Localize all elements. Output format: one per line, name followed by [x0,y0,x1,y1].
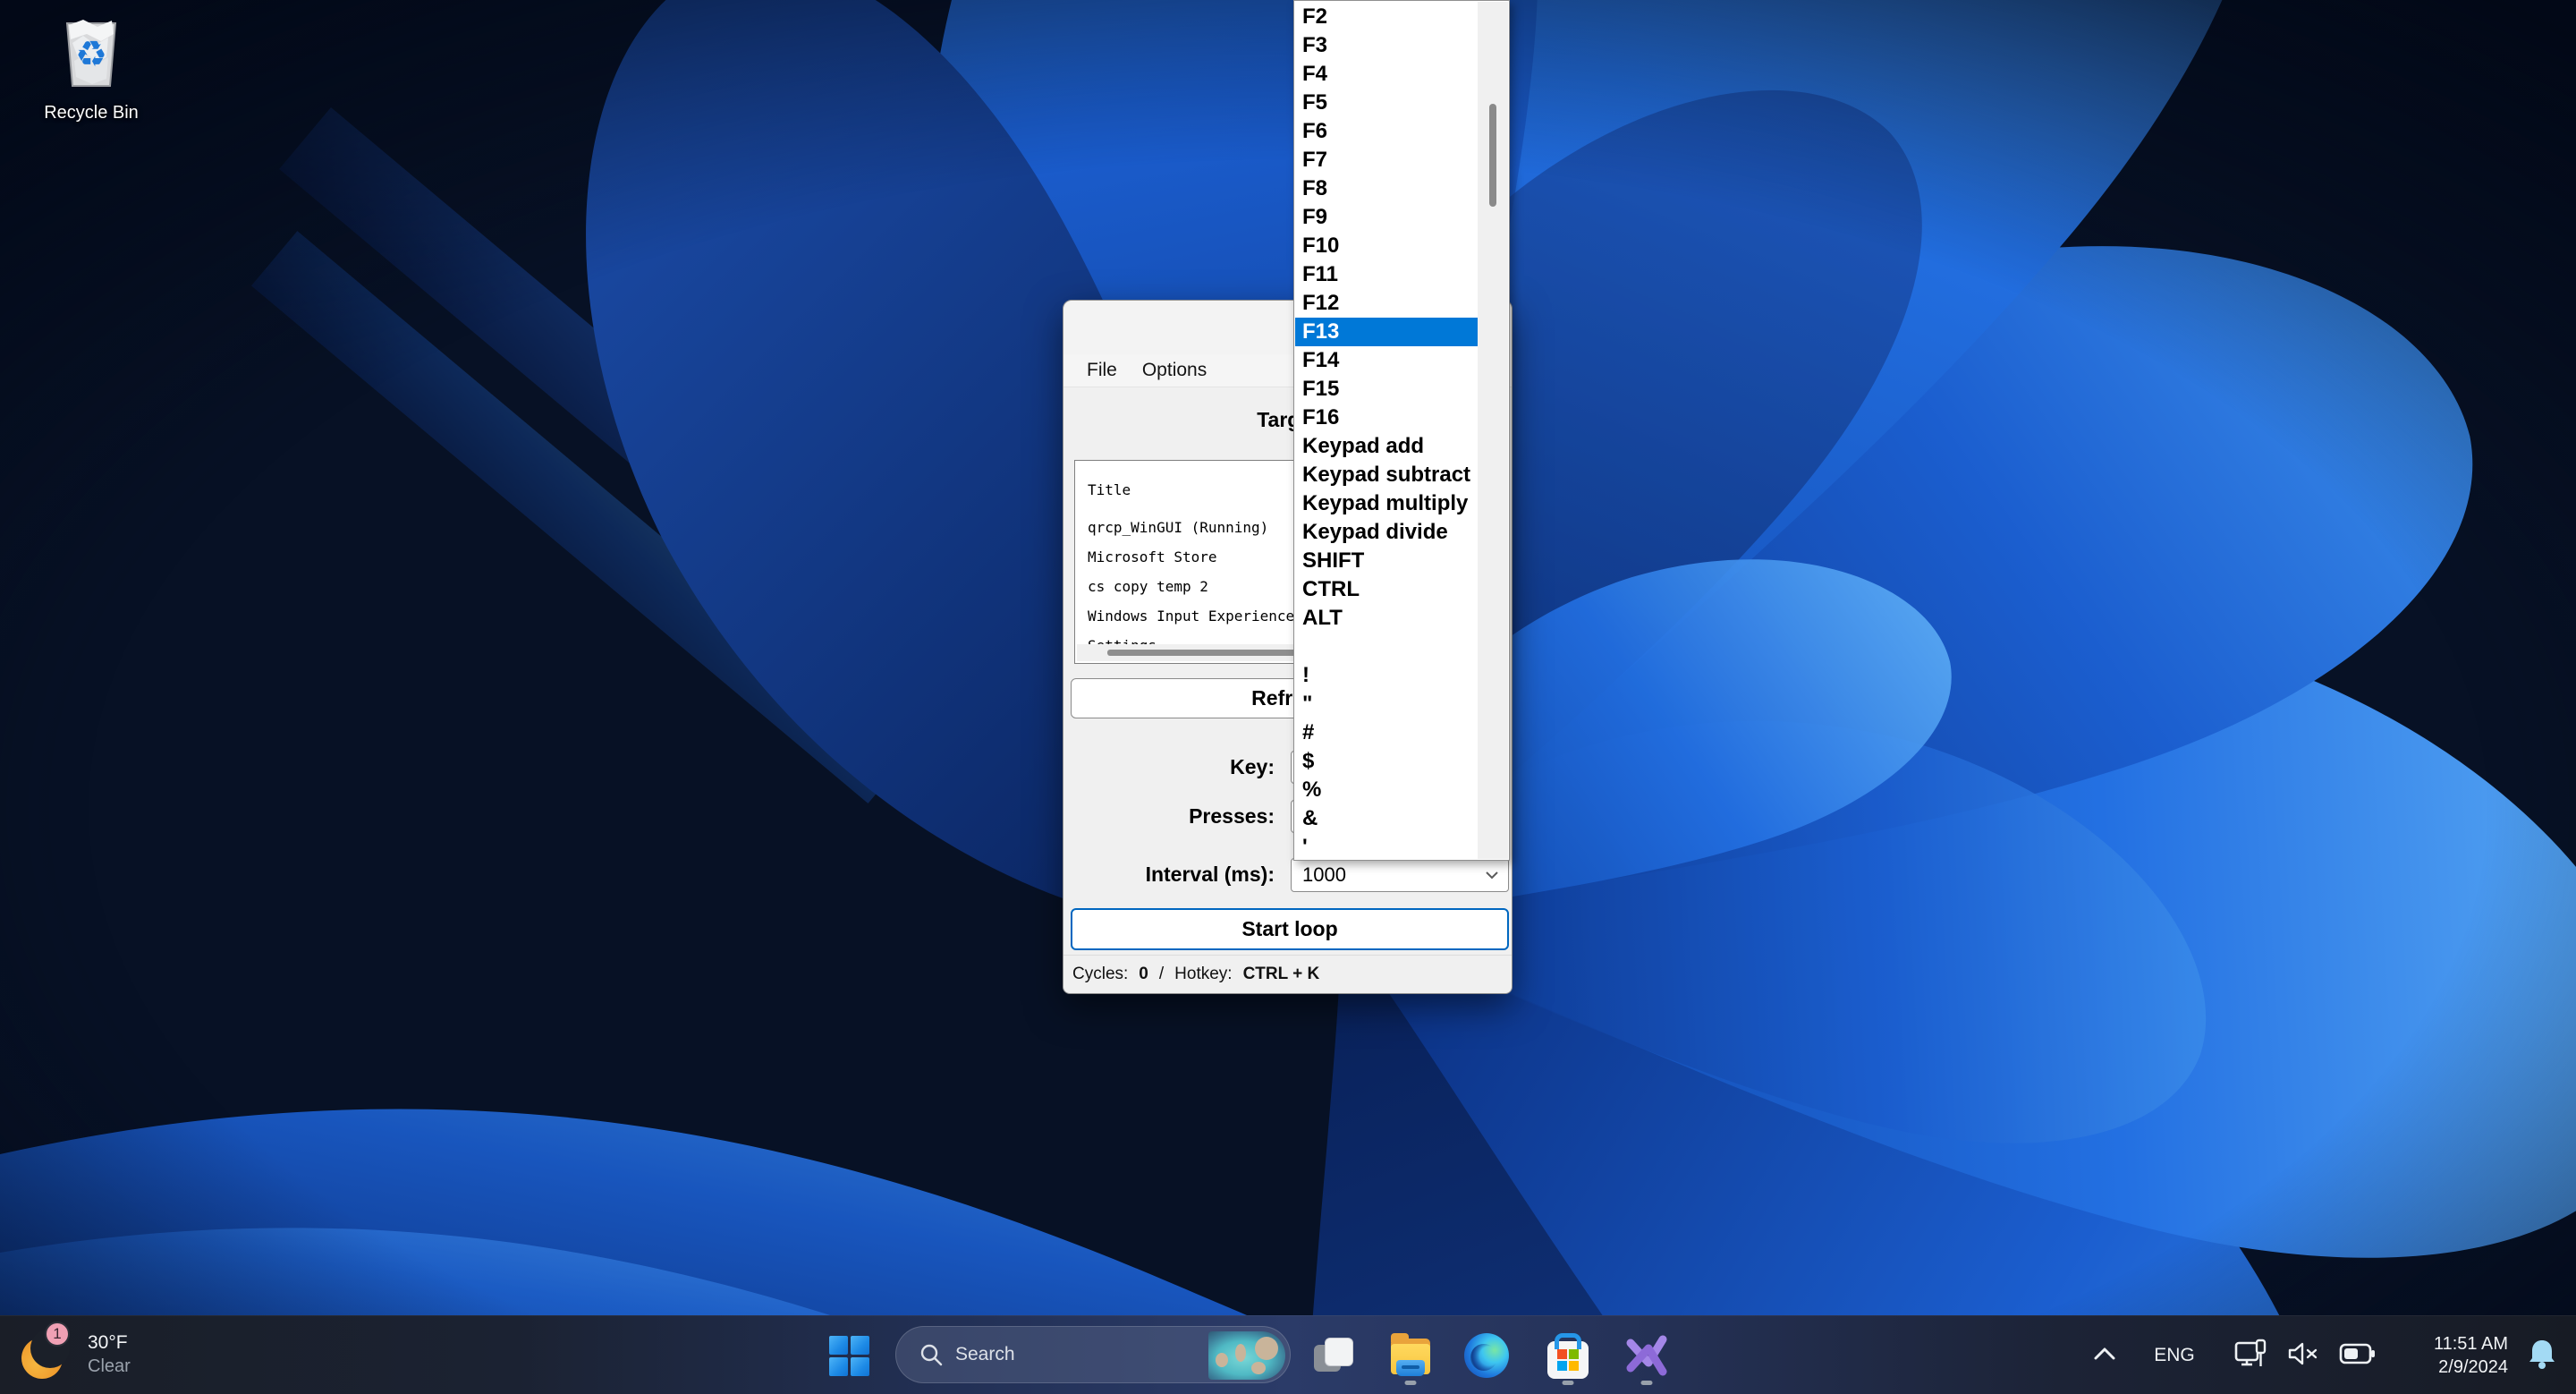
menu-options[interactable]: Options [1130,360,1219,381]
notification-count-badge: 1 [45,1322,70,1347]
windows-logo-icon [829,1336,869,1376]
tray-time: 11:51 AM [2392,1332,2508,1356]
dropdown-item[interactable]: CTRL [1295,575,1479,604]
weather-condition: Clear [88,1355,131,1378]
task-view-button[interactable] [1303,1323,1362,1388]
battery-button[interactable] [2329,1342,2386,1370]
dropdown-item[interactable]: % [1295,776,1479,804]
desktop: ♻ Recycle Bin File Options Target Title … [0,0,2576,1394]
dropdown-item[interactable]: F5 [1295,89,1479,117]
key-dropdown: F2F3F4F5F6F7F8F9F10F11F12F13F14F15F16Key… [1293,0,1510,861]
weather-moon-icon: 1 [13,1322,79,1388]
weather-temperature: 30°F [88,1331,131,1355]
dropdown-item[interactable]: Keypad divide [1295,518,1479,547]
hotkey-label: Hotkey: [1174,965,1232,984]
recycle-bin-label: Recycle Bin [20,103,163,123]
chevron-up-icon [2093,1347,2116,1361]
search-box[interactable]: Search [895,1326,1291,1383]
language-indicator[interactable]: ENG [2125,1345,2224,1366]
clock[interactable]: 11:51 AM 2/9/2024 [2392,1332,2508,1379]
bell-icon [2527,1338,2557,1370]
status-divider: / [1159,965,1164,984]
dropdown-scrollbar-thumb[interactable] [1489,104,1496,207]
svg-text:♻: ♻ [75,34,107,75]
taskbar: 1 30°F Clear Search [0,1315,2576,1394]
system-tray: ENG [2084,1316,2576,1394]
bing-daily-image[interactable] [1208,1331,1285,1380]
running-indicator [1563,1381,1574,1385]
dropdown-item[interactable] [1295,633,1479,661]
dropdown-item[interactable]: # [1295,718,1479,747]
interval-value: 1000 [1302,863,1346,887]
dropdown-item[interactable]: F11 [1295,260,1479,289]
cast-device-icon [2233,1338,2269,1370]
dropdown-item[interactable]: $ [1295,747,1479,776]
dropdown-item[interactable]: F12 [1295,289,1479,318]
dropdown-item[interactable]: Keypad add [1295,432,1479,461]
search-placeholder: Search [955,1344,1015,1365]
dropdown-item[interactable]: F13 [1295,318,1479,346]
dropdown-item[interactable]: SHIFT [1295,547,1479,575]
search-icon [919,1343,943,1366]
dropdown-item[interactable]: F4 [1295,60,1479,89]
cycles-value: 0 [1139,965,1148,984]
chevron-down-icon [1485,871,1499,880]
cast-device-button[interactable] [2224,1338,2279,1374]
file-explorer-icon [1381,1328,1440,1383]
running-indicator [1405,1381,1417,1385]
edge-browser-button[interactable] [1457,1323,1516,1388]
dropdown-item[interactable]: F7 [1295,146,1479,174]
interval-label: Interval (ms): [1063,863,1275,887]
volume-muted-button[interactable] [2279,1340,2329,1372]
menu-file[interactable]: File [1074,360,1130,381]
dropdown-item[interactable]: Keypad subtract [1295,461,1479,489]
edge-icon [1464,1333,1509,1378]
store-icon [1547,1341,1589,1379]
dropdown-item[interactable]: F6 [1295,117,1479,146]
recycle-bin-shortcut[interactable]: ♻ Recycle Bin [20,7,163,123]
recycle-bin-icon: ♻ [56,7,126,93]
start-loop-button[interactable]: Start loop [1071,908,1509,950]
hotkey-value: CTRL + K [1243,965,1320,984]
running-indicator [1641,1381,1653,1385]
dropdown-item[interactable]: F14 [1295,346,1479,375]
interval-combobox[interactable]: 1000 [1291,858,1509,892]
dropdown-item[interactable]: F3 [1295,31,1479,60]
tray-date: 2/9/2024 [2392,1356,2508,1379]
key-dropdown-list: F2F3F4F5F6F7F8F9F10F11F12F13F14F15F16Key… [1295,3,1479,859]
microsoft-store-button[interactable] [1538,1323,1597,1388]
file-explorer-button[interactable] [1381,1323,1440,1388]
dropdown-item[interactable]: F8 [1295,174,1479,203]
dropdown-item[interactable]: " [1295,690,1479,718]
weather-widget[interactable]: 1 30°F Clear [13,1322,131,1388]
notification-center-button[interactable] [2508,1338,2576,1374]
visual-studio-icon [1623,1332,1670,1379]
battery-icon [2339,1342,2377,1365]
speaker-muted-icon [2287,1340,2321,1367]
hidden-icons-button[interactable] [2084,1347,2125,1365]
dropdown-item[interactable]: F16 [1295,404,1479,432]
dropdown-item[interactable]: F2 [1295,3,1479,31]
dropdown-item[interactable]: F10 [1295,232,1479,260]
dropdown-item[interactable]: ' [1295,833,1479,859]
task-view-icon [1303,1329,1362,1382]
dropdown-item[interactable]: ! [1295,661,1479,690]
dropdown-item[interactable]: ALT [1295,604,1479,633]
dropdown-item[interactable]: F9 [1295,203,1479,232]
status-bar: Cycles: 0 / Hotkey: CTRL + K [1063,955,1512,993]
dropdown-item[interactable]: F15 [1295,375,1479,404]
dropdown-item[interactable]: Keypad multiply [1295,489,1479,518]
dropdown-item[interactable]: & [1295,804,1479,833]
presses-label: Presses: [1063,804,1275,829]
dropdown-scrollbar[interactable] [1478,2,1508,859]
start-button[interactable] [819,1323,878,1388]
cycles-label: Cycles: [1072,965,1128,984]
visual-studio-button[interactable] [1617,1323,1676,1388]
key-label: Key: [1063,755,1275,779]
